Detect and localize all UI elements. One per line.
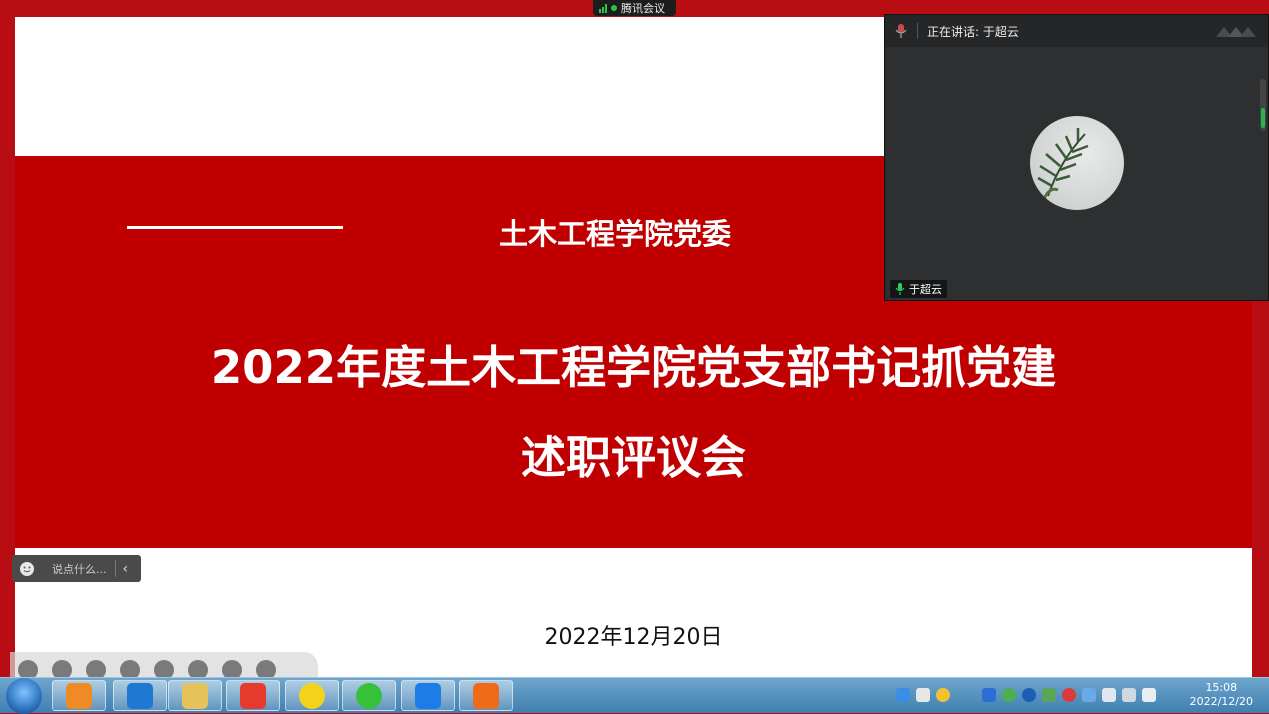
speaker-mic-icon xyxy=(895,24,907,38)
taskbar-app-3[interactable] xyxy=(168,680,222,711)
connection-dot-icon xyxy=(611,5,617,11)
volume-scrollbar[interactable] xyxy=(1260,79,1266,131)
chat-placeholder[interactable]: 说点什么... xyxy=(52,561,107,577)
start-button[interactable] xyxy=(6,678,42,714)
usb-icon[interactable] xyxy=(1102,688,1116,702)
mic-on-icon xyxy=(895,283,905,295)
clock-time: 15:08 xyxy=(1205,681,1238,694)
app-tray-icon[interactable] xyxy=(916,688,930,702)
participant-name: 于超云 xyxy=(909,283,942,296)
flower-icon[interactable] xyxy=(1062,688,1076,702)
taskbar-app-1[interactable] xyxy=(52,680,106,711)
volume-icon[interactable] xyxy=(1142,688,1156,702)
tencent-meeting-icon xyxy=(415,682,441,709)
wechat-icon xyxy=(356,682,382,709)
clock-date: 2022/12/20 xyxy=(1189,695,1253,708)
security-tray-icon[interactable] xyxy=(1002,688,1016,702)
video-header: 正在讲话: 于超云 xyxy=(885,15,1268,47)
tray-spacer xyxy=(956,688,976,702)
uc-browser-icon xyxy=(66,682,92,709)
taskbar-app-5[interactable] xyxy=(285,680,339,711)
taskbar-app-4[interactable] xyxy=(226,680,280,711)
speaking-label: 正在讲话: 于超云 xyxy=(927,24,1019,39)
slide-organization: 土木工程学院党委 xyxy=(499,217,732,251)
taskbar-app-6[interactable] xyxy=(342,680,396,711)
participant-avatar xyxy=(1030,116,1124,210)
meeting-status-tab[interactable]: 腾讯会议 xyxy=(593,0,676,16)
network-icon[interactable] xyxy=(1122,688,1136,702)
slide-date: 2022年12月20日 xyxy=(544,625,723,650)
slide-title-line-2: 述职评议会 xyxy=(520,431,746,484)
system-tray xyxy=(896,688,1156,704)
taskbar-app-7[interactable] xyxy=(401,680,455,711)
bluetooth-icon[interactable] xyxy=(1022,688,1036,702)
shield-icon[interactable] xyxy=(1042,688,1056,702)
taskbar-app-8[interactable] xyxy=(459,680,513,711)
video-panel[interactable]: 正在讲话: 于超云 于超云 xyxy=(884,14,1269,301)
emoji-icon[interactable] xyxy=(20,561,34,576)
keyboard-icon[interactable] xyxy=(1082,688,1096,702)
header-divider xyxy=(917,23,918,39)
meeting-app-label: 腾讯会议 xyxy=(621,2,665,15)
chat-divider xyxy=(114,560,116,577)
media-player-icon xyxy=(473,682,499,709)
wps-office-icon xyxy=(240,682,266,709)
plant-avatar-image xyxy=(1037,128,1089,205)
participant-name-tag: 于超云 xyxy=(890,280,947,298)
collapse-chevron-icon[interactable]: ‹ xyxy=(123,561,129,577)
annotation-toolbar xyxy=(10,652,318,680)
taskbar-app-2[interactable] xyxy=(113,680,167,711)
file-manager-icon xyxy=(182,682,208,709)
slide-title-line-1: 2022年度土木工程学院党支部书记抓党建 xyxy=(210,341,1057,394)
windows-explorer-icon xyxy=(127,682,153,709)
meeting-tray-icon[interactable] xyxy=(982,688,996,702)
system-clock[interactable]: 15:08 2022/12/20 xyxy=(1190,681,1253,709)
signal-icon xyxy=(599,3,607,13)
chat-input-bar[interactable]: 说点什么... ‹ xyxy=(12,555,141,582)
smile-tray-icon[interactable] xyxy=(936,688,950,702)
header-controls-icon[interactable] xyxy=(1216,23,1256,37)
cloud-icon[interactable] xyxy=(896,688,910,702)
decorative-line xyxy=(127,226,343,229)
windows-taskbar: 15:08 2022/12/20 xyxy=(0,677,1269,714)
qq-music-icon xyxy=(299,682,325,709)
